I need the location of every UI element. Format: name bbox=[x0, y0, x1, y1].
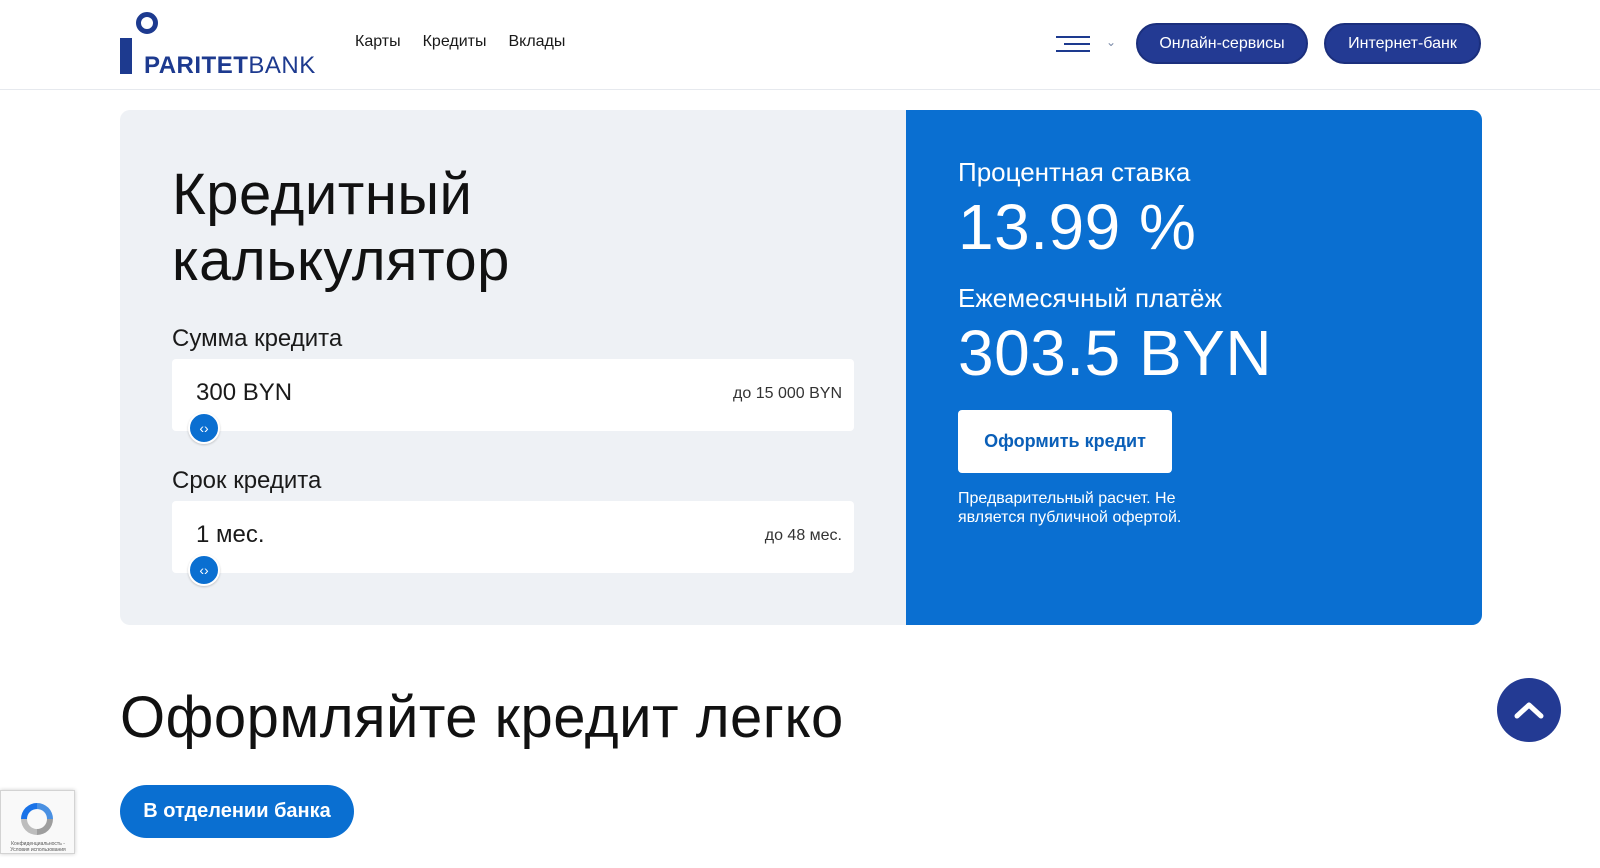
calculator-title: Кредитный калькулятор bbox=[172, 162, 510, 294]
recaptcha-badge[interactable]: Конфиденциальность - Условия использован… bbox=[0, 790, 75, 854]
rate-label: Процентная ставка bbox=[958, 157, 1191, 187]
logo-wordmark: PARITETBANK bbox=[144, 52, 316, 79]
calculator-title-line2: калькулятор bbox=[172, 228, 510, 293]
term-field[interactable]: 1 мес. до 48 мес. bbox=[172, 501, 854, 573]
amount-field[interactable]: 300 BYN до 15 000 BYN bbox=[172, 359, 854, 431]
section-title: Оформляйте кредит легко bbox=[120, 685, 844, 750]
recaptcha-terms[interactable]: Конфиденциальность - Условия использован… bbox=[3, 841, 73, 853]
nav-credits[interactable]: Кредиты bbox=[423, 33, 487, 51]
term-slider-handle[interactable]: ‹› bbox=[188, 554, 220, 586]
in-branch-button[interactable]: В отделении банка bbox=[120, 785, 354, 838]
amount-label: Сумма кредита bbox=[172, 325, 343, 352]
calculator-title-line1: Кредитный bbox=[172, 162, 473, 227]
disclaimer-text: Предварительный расчет. Не является публ… bbox=[958, 490, 1182, 526]
paritetbank-logo[interactable]: PARITETBANK bbox=[120, 12, 320, 79]
scroll-to-top-button[interactable] bbox=[1497, 678, 1561, 742]
site-header: PARITETBANK Карты Кредиты Вклады ⌄ Онлай… bbox=[0, 0, 1600, 90]
amount-value[interactable]: 300 BYN bbox=[196, 379, 292, 407]
monthly-payment-label: Ежемесячный платёж bbox=[958, 283, 1222, 313]
hamburger-icon bbox=[1056, 36, 1090, 38]
apply-credit-button[interactable]: Оформить кредит bbox=[958, 410, 1172, 473]
term-value[interactable]: 1 мес. bbox=[196, 521, 265, 549]
chevron-up-icon bbox=[1514, 702, 1544, 719]
amount-max: до 15 000 BYN bbox=[733, 385, 842, 402]
hamburger-line bbox=[1056, 50, 1090, 52]
monthly-payment-value: 303.5 BYN bbox=[958, 317, 1273, 389]
nav-deposits[interactable]: Вклады bbox=[508, 33, 565, 51]
nav-cards[interactable]: Карты bbox=[355, 33, 401, 51]
logo-bar bbox=[120, 38, 132, 74]
term-label: Срок кредита bbox=[172, 467, 322, 494]
hamburger-line bbox=[1064, 43, 1090, 45]
internet-bank-button[interactable]: Интернет-банк bbox=[1324, 23, 1481, 64]
recaptcha-icon bbox=[21, 803, 53, 835]
rate-value: 13.99 % bbox=[958, 191, 1197, 263]
main-nav: Карты Кредиты Вклады bbox=[355, 33, 565, 51]
hamburger-menu-button[interactable]: ⌄ bbox=[1056, 34, 1116, 56]
term-max: до 48 мес. bbox=[764, 527, 842, 544]
online-services-button[interactable]: Онлайн-сервисы bbox=[1136, 23, 1308, 64]
logo-ring bbox=[136, 12, 158, 34]
chevron-down-icon: ⌄ bbox=[1105, 35, 1116, 49]
amount-slider-handle[interactable]: ‹› bbox=[188, 412, 220, 444]
